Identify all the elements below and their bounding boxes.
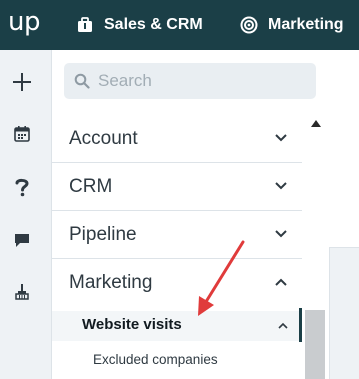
calendar-icon (14, 126, 30, 142)
create-button[interactable] (10, 70, 34, 94)
top-navigation-bar: up Sales & CRM Marketing (0, 0, 359, 50)
nav-sales-crm-label: Sales & CRM (104, 16, 203, 33)
menu-item-marketing[interactable]: Marketing (52, 259, 302, 307)
scroll-up-arrow[interactable] (311, 120, 321, 127)
chevron-down-icon (275, 230, 287, 238)
active-indicator (299, 308, 302, 342)
cleanup-button[interactable] (10, 280, 34, 304)
chevron-down-icon (275, 182, 287, 190)
submenu-item-label: Website visits (82, 316, 182, 333)
search-icon (74, 73, 90, 89)
menu-item-account[interactable]: Account (52, 115, 302, 163)
content-card-edge (329, 50, 359, 248)
search-box[interactable] (64, 63, 316, 99)
help-button[interactable] (10, 175, 34, 199)
chat-icon (15, 234, 29, 247)
chevron-up-icon (278, 322, 288, 329)
menu-item-crm[interactable]: CRM (52, 163, 302, 211)
plus-icon (13, 73, 31, 91)
search-input[interactable] (98, 71, 298, 91)
scrollbar-thumb[interactable] (305, 310, 325, 379)
app-logo[interactable]: up (8, 7, 40, 37)
menu-item-label: Marketing (69, 272, 153, 293)
help-icon (15, 178, 29, 197)
nav-sales-crm[interactable]: Sales & CRM (76, 0, 203, 50)
submenu-item-excluded-companies[interactable]: Excluded companies (93, 352, 218, 367)
chevron-up-icon (275, 278, 287, 286)
menu-item-label: CRM (69, 176, 113, 197)
briefcase-icon (76, 16, 94, 34)
menu-item-pipeline[interactable]: Pipeline (52, 211, 302, 259)
nav-marketing-label: Marketing (268, 16, 344, 33)
submenu-item-website-visits[interactable]: Website visits (52, 311, 301, 341)
nav-marketing[interactable]: Marketing (240, 0, 344, 50)
left-rail (0, 50, 52, 379)
chevron-down-icon (275, 134, 287, 142)
target-icon (240, 16, 258, 34)
menu-item-label: Account (69, 128, 138, 149)
menu-panel: Account CRM Pipeline Marketing Website v… (52, 50, 329, 379)
broom-icon (15, 284, 29, 300)
menu-item-label: Pipeline (69, 224, 137, 245)
calendar-button[interactable] (10, 122, 34, 146)
chat-button[interactable] (10, 228, 34, 252)
